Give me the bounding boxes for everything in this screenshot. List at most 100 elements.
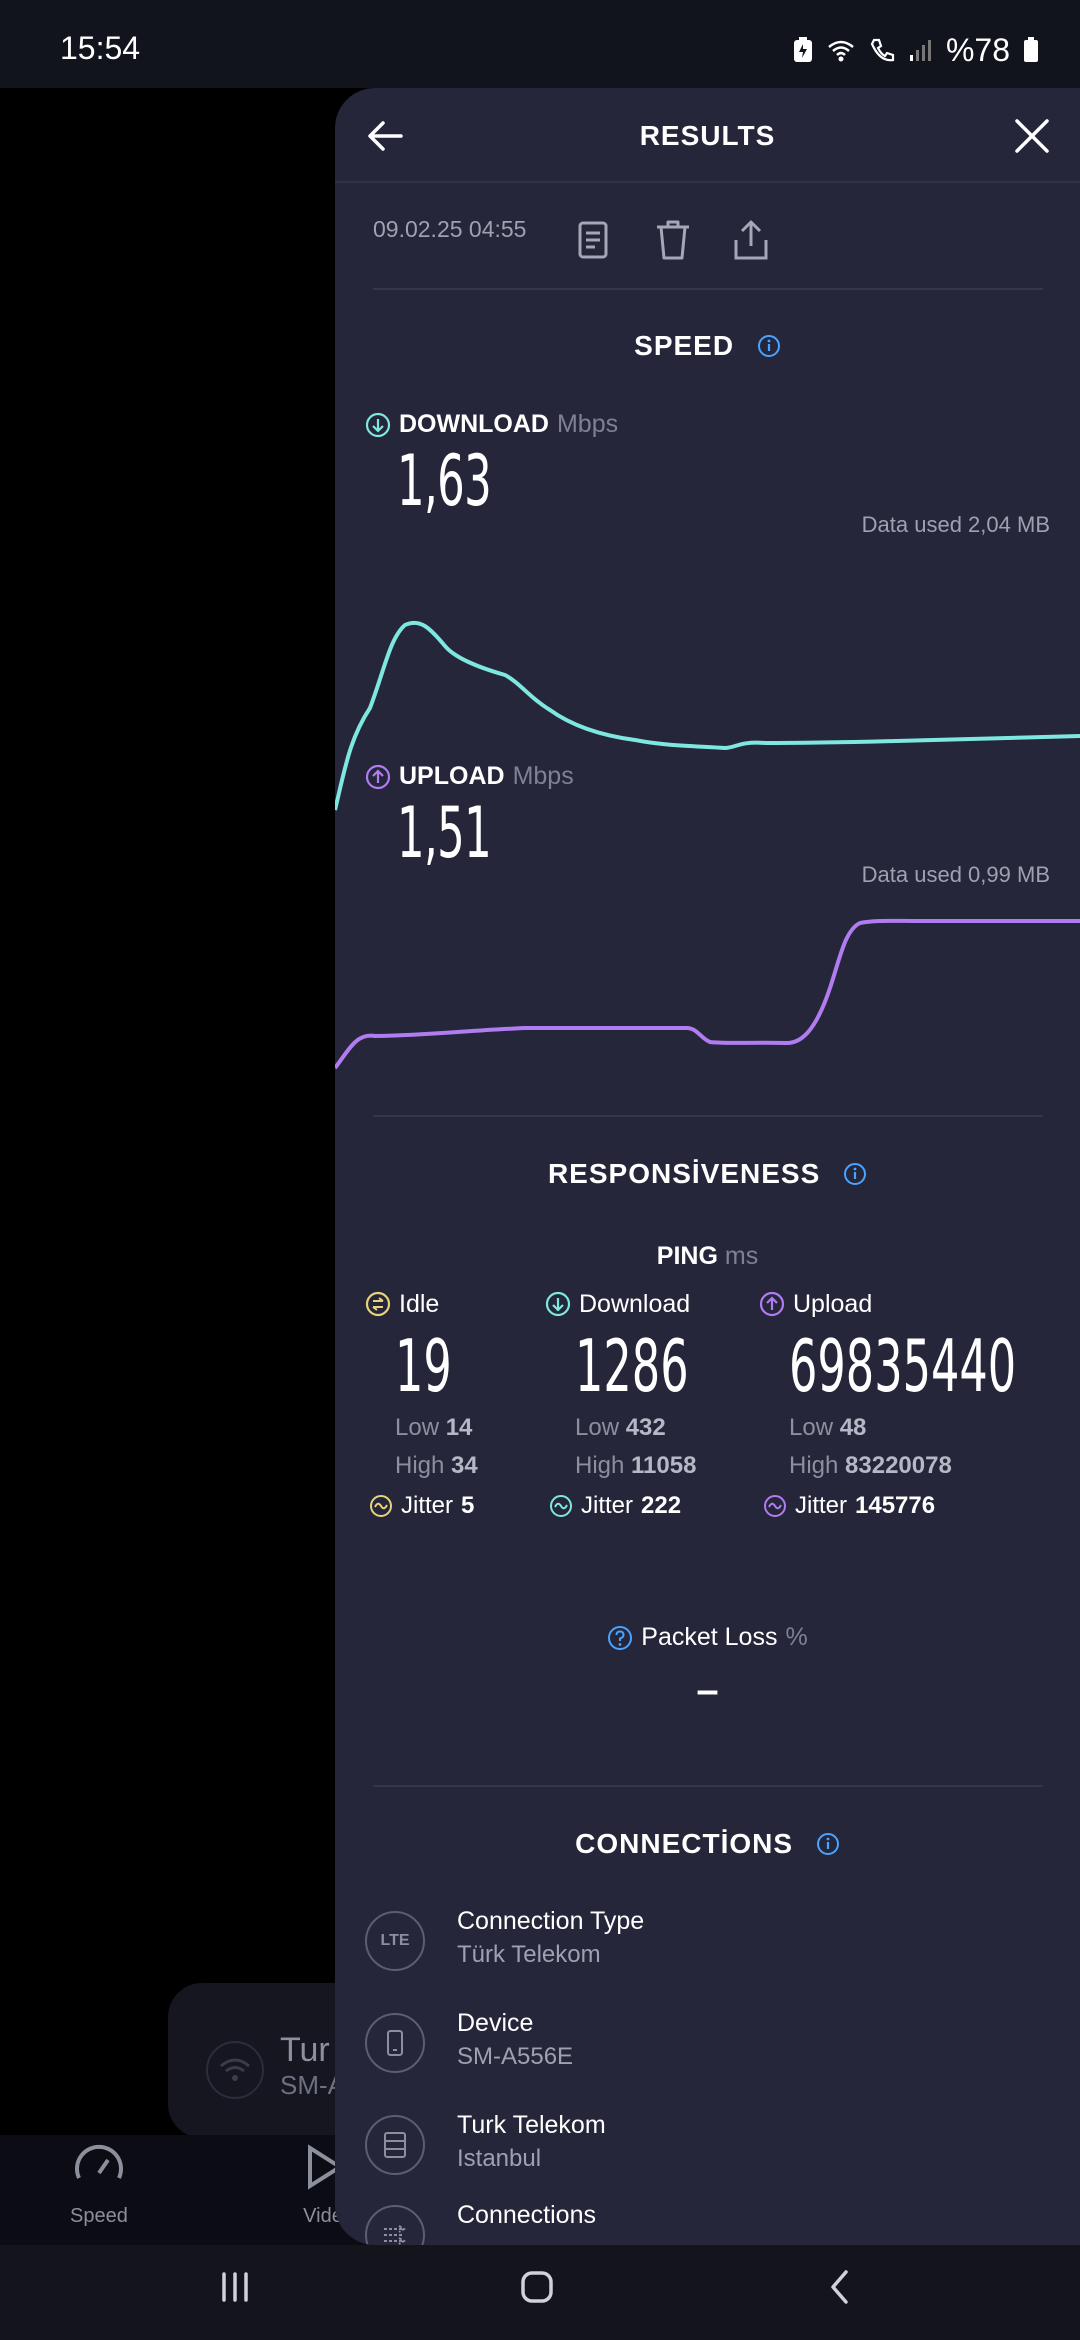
jitter-label: Jitter <box>401 1492 454 1519</box>
high-label: High <box>789 1452 839 1479</box>
ping-download-high: High 11058 <box>575 1452 758 1482</box>
low-label: Low <box>789 1414 834 1441</box>
close-icon[interactable] <box>1010 114 1054 158</box>
ping-unit: ms <box>724 1242 759 1270</box>
ping-idle-high: High 34 <box>395 1452 487 1482</box>
responsiveness-section-title: RESPONSİVENESS <box>335 1158 1080 1190</box>
ping-download-value: 1286 <box>575 1324 689 1408</box>
status-icons: %78 <box>792 30 1040 70</box>
nav-speed-label: Speed <box>70 2205 128 2227</box>
speed-section-title: SPEED <box>335 330 1080 362</box>
ping-idle-value: 19 <box>395 1324 452 1408</box>
download-value: 1,63 <box>397 440 492 522</box>
high-value: 83220078 <box>845 1452 952 1479</box>
upload-line <box>335 918 1080 1070</box>
share-icon[interactable] <box>731 218 771 262</box>
jitter-label: Jitter <box>795 1492 848 1519</box>
jitter-value: 222 <box>641 1492 682 1519</box>
low-label: Low <box>395 1414 440 1441</box>
upload-arrow-icon <box>759 1291 785 1317</box>
high-label: High <box>575 1452 625 1479</box>
jitter-icon <box>370 1495 392 1517</box>
ping-upload-low: Low 48 <box>789 1414 1080 1444</box>
packet-loss-value: – <box>696 1668 719 1712</box>
background-card-title: Tur <box>280 2031 330 2069</box>
home-icon[interactable] <box>512 2262 562 2312</box>
high-value: 34 <box>451 1452 478 1479</box>
ping-upload-label: Upload <box>793 1289 873 1318</box>
recent-apps-icon[interactable] <box>210 2262 260 2312</box>
ping-upload-jitter: Jitter 145776 <box>763 1492 1080 1520</box>
responsiveness-title-text: RESPONSİVENESS <box>547 1158 821 1189</box>
divider <box>373 1785 1043 1787</box>
battery-percent: %78 <box>945 31 1010 68</box>
ping-label: PING <box>656 1242 718 1270</box>
info-icon[interactable] <box>816 1832 840 1856</box>
idle-icon <box>365 1291 391 1317</box>
download-unit: Mbps <box>556 410 619 438</box>
packet-loss-label: Packet Loss <box>641 1623 778 1651</box>
upload-label: UPLOAD Mbps <box>365 762 574 791</box>
battery-saver-icon <box>793 37 812 62</box>
volte-call-icon <box>870 38 895 62</box>
ping-download-header: Download <box>545 1288 758 1320</box>
low-value: 48 <box>839 1414 867 1441</box>
panel-header: RESULTS <box>335 88 1080 183</box>
low-label: Low <box>575 1414 620 1441</box>
download-arrow-icon <box>545 1291 571 1317</box>
upload-label-text: UPLOAD <box>399 762 505 790</box>
ping-download-jitter: Jitter 222 <box>549 1492 758 1520</box>
low-value: 14 <box>445 1414 473 1441</box>
back-icon[interactable] <box>815 2262 865 2312</box>
server-title: Turk Telekom <box>457 2111 606 2139</box>
download-arrow-icon <box>365 412 391 437</box>
high-value: 11058 <box>631 1452 697 1479</box>
ping-download-low: Low 432 <box>575 1414 758 1444</box>
help-icon[interactable] <box>607 1625 633 1651</box>
panel-title: RESULTS <box>639 120 776 151</box>
result-date: 09.02.25 04:55 <box>373 216 527 242</box>
status-time: 15:54 <box>60 30 141 66</box>
upload-value: 1,51 <box>397 792 492 874</box>
upload-arrow-icon <box>365 764 391 789</box>
wifi-call-icon <box>828 40 854 62</box>
phone-icon <box>365 2013 425 2073</box>
connections-title: Connections <box>457 2201 596 2229</box>
jitter-value: 145776 <box>855 1492 936 1519</box>
report-icon[interactable] <box>573 218 613 262</box>
device-subtitle: SM-A556E <box>457 2043 574 2070</box>
ping-download-label: Download <box>579 1289 691 1318</box>
divider <box>373 1115 1043 1117</box>
speedometer-icon <box>74 2144 123 2179</box>
info-icon[interactable] <box>757 334 781 358</box>
device-title: Device <box>457 2009 534 2037</box>
battery-icon <box>1024 37 1038 62</box>
ping-idle-jitter: Jitter 5 <box>369 1492 487 1520</box>
download-label: DOWNLOAD Mbps <box>365 410 618 439</box>
info-icon[interactable] <box>843 1162 867 1186</box>
jitter-value: 5 <box>461 1492 475 1519</box>
connections-icon <box>365 2205 425 2245</box>
trash-icon[interactable] <box>653 218 693 262</box>
connection-type-title: Connection Type <box>457 1907 645 1935</box>
ping-download-column: Download 1286 Low 432 High 11058 Jitter … <box>545 1288 758 1520</box>
status-bar: 15:54 %78 <box>0 0 1080 88</box>
ping-upload-header: Upload <box>759 1288 1080 1320</box>
ping-upload-high: High 83220078 <box>789 1452 1080 1482</box>
jitter-label: Jitter <box>581 1492 634 1519</box>
packet-loss-unit: % <box>785 1623 808 1651</box>
ping-idle-low: Low 14 <box>395 1414 487 1444</box>
download-label-text: DOWNLOAD <box>399 410 549 438</box>
ping-idle-label: Idle <box>399 1289 440 1318</box>
results-panel: RESULTS 09.02.25 04:55 SPEED DOWNLOAD Mb… <box>335 88 1080 2245</box>
high-label: High <box>395 1452 445 1479</box>
upload-chart <box>335 918 1080 1070</box>
ping-idle-header: Idle <box>365 1288 487 1320</box>
packet-loss: Packet Loss % <box>335 1623 1080 1652</box>
nav-speed[interactable]: Speed <box>70 2140 128 2228</box>
speed-title-text: SPEED <box>634 330 735 361</box>
ping-title: PING ms <box>335 1242 1080 1271</box>
wifi-icon <box>206 2041 264 2099</box>
jitter-icon <box>764 1495 786 1517</box>
ping-upload-value: 69835440 <box>789 1324 1017 1408</box>
